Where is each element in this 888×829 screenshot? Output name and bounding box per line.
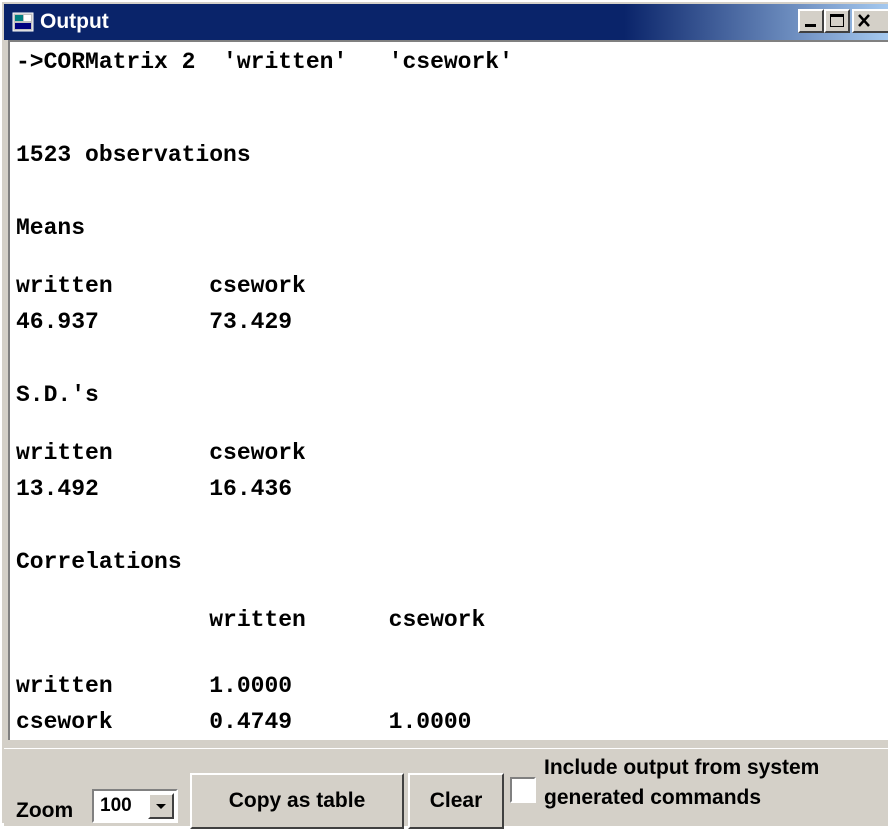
zoom-dropdown-button[interactable] (148, 793, 174, 819)
include-system-output-checkbox[interactable] (510, 777, 536, 803)
output-line-sd-heading: S.D.'s (16, 382, 99, 408)
zoom-label: Zoom (16, 799, 74, 822)
output-line-sd-values: 13.492 16.436 (16, 476, 293, 502)
output-window: Output ->CORMatrix 2 'written' 'csework'… (0, 0, 888, 829)
title-bar[interactable]: Output (4, 4, 888, 40)
close-button[interactable] (852, 9, 888, 33)
output-toolbar: Zoom 100 Copy as table Clear Include out… (4, 748, 888, 829)
window-title: Output (40, 10, 109, 33)
chevron-down-icon (156, 804, 166, 809)
minimize-icon (805, 24, 816, 27)
clear-button[interactable]: Clear (408, 773, 504, 829)
output-line-command: ->CORMatrix 2 'written' 'csework' (16, 49, 513, 75)
copy-as-table-button[interactable]: Copy as table (190, 773, 404, 829)
output-line-correlation-written: written 1.0000 (16, 673, 293, 699)
zoom-select[interactable]: 100 (92, 789, 178, 823)
output-line-correlation-csework: csework 0.4749 1.0000 (16, 709, 472, 735)
output-text-area[interactable]: ->CORMatrix 2 'written' 'csework' 1523 o… (8, 40, 888, 740)
minimize-button[interactable] (798, 9, 824, 33)
output-line-means-values: 46.937 73.429 (16, 309, 293, 335)
maximize-button[interactable] (824, 9, 850, 33)
output-line-means-header: written csework (16, 273, 306, 299)
close-icon (858, 14, 870, 27)
output-line-correlations-heading: Correlations (16, 549, 182, 575)
output-line-means-heading: Means (16, 215, 86, 241)
output-line-sd-header: written csework (16, 440, 306, 466)
maximize-icon (830, 14, 844, 27)
output-line-correlations-header: written csework (16, 607, 486, 633)
output-line-observations: 1523 observations (16, 142, 251, 168)
include-system-output-label: Include output from system generated com… (544, 756, 820, 809)
zoom-value: 100 (100, 795, 132, 816)
output-window-icon (12, 12, 34, 32)
